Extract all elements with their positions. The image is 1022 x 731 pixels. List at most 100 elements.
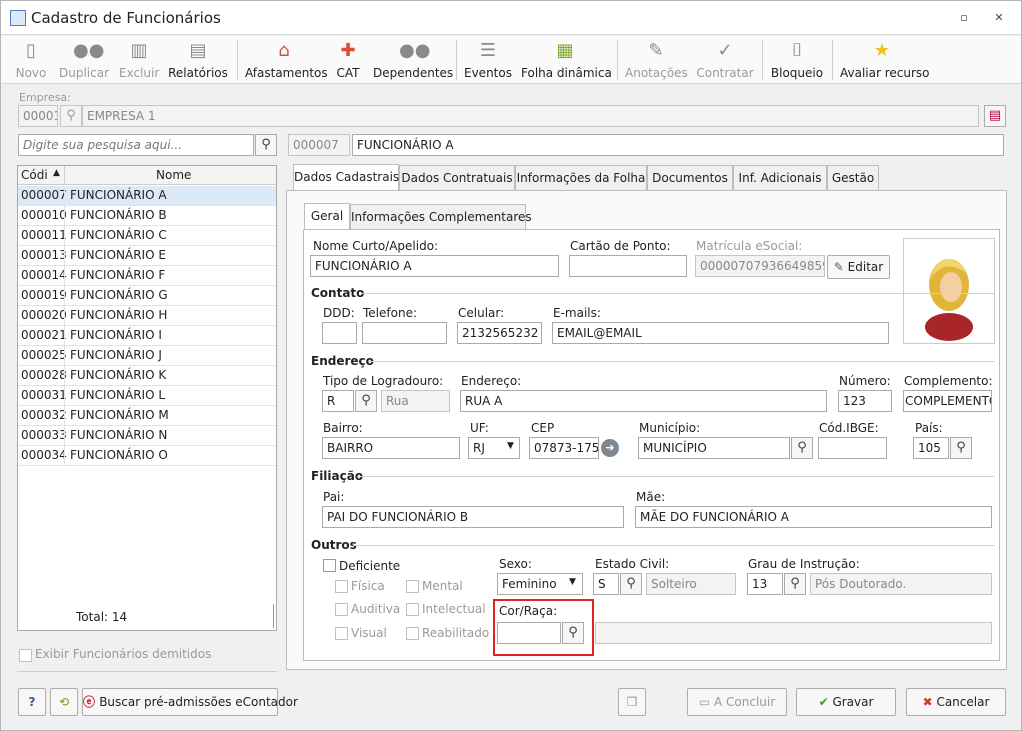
help-button[interactable]: ? (18, 688, 46, 716)
city-field[interactable]: MUNICÍPIO (638, 437, 790, 459)
email-field[interactable]: EMAIL@EMAIL (552, 322, 889, 344)
father-field[interactable]: PAI DO FUNCIONÁRIO B (322, 506, 624, 528)
complement-field[interactable]: COMPLEMENTO (903, 390, 992, 412)
table-row[interactable]: 000034 FUNCIONÁRIO O (18, 446, 276, 466)
mother-label: Mãe: (636, 490, 666, 504)
neighborhood-field[interactable]: BAIRRO (322, 437, 460, 459)
marital-code-field[interactable]: S (593, 573, 619, 595)
avatar[interactable] (903, 238, 995, 344)
mobile-field[interactable]: 2132565232 (457, 322, 542, 344)
table-row[interactable]: 000025 FUNCIONÁRIO J (18, 346, 276, 366)
table-row[interactable]: 000020 FUNCIONÁRIO H (18, 306, 276, 326)
city-search-icon[interactable]: ⚲ (791, 437, 813, 459)
column-code[interactable]: Códi (21, 168, 48, 182)
delete-button[interactable]: ▥ Excluir (119, 38, 159, 82)
to-complete-button[interactable]: ▭ A Concluir (687, 688, 787, 716)
company-search-icon[interactable]: ⚲ (60, 105, 82, 127)
marital-search-icon[interactable]: ⚲ (620, 573, 642, 595)
country-search-icon[interactable]: ⚲ (950, 437, 972, 459)
rate-feature-button[interactable]: ★ Avaliar recurso (840, 38, 930, 82)
edit-button[interactable]: ✎ Editar (827, 255, 890, 279)
disabled-checkbox[interactable] (323, 559, 336, 572)
sort-asc-icon: ▲ (53, 168, 60, 178)
close-icon[interactable]: ✕ (991, 11, 1007, 24)
notes-button[interactable]: ✎ Anotações (625, 38, 688, 82)
refresh-button[interactable]: ⟲ (50, 688, 78, 716)
mental-checkbox[interactable] (406, 580, 419, 593)
tab-geral[interactable]: Geral (304, 203, 350, 230)
chevron-down-icon[interactable]: ▼ (569, 577, 576, 587)
zip-lookup-icon[interactable]: ➜ (601, 439, 619, 457)
tab-dados-cadastrais[interactable]: Dados Cadastrais (293, 164, 399, 191)
table-row[interactable]: 000032 FUNCIONÁRIO M (18, 406, 276, 426)
restore-icon[interactable]: ▫ (956, 11, 972, 24)
table-row[interactable]: 000011 FUNCIONÁRIO C (18, 226, 276, 246)
visual-checkbox[interactable] (335, 627, 348, 640)
company-label: Empresa: (19, 91, 71, 104)
grid-total: Total: 14 (76, 610, 128, 624)
street-type-code-field[interactable]: R (322, 390, 354, 412)
save-button[interactable]: ✔ Gravar (796, 688, 896, 716)
intellectual-checkbox[interactable] (406, 603, 419, 616)
nickname-field[interactable]: FUNCIONÁRIO A (310, 255, 559, 277)
ddd-field[interactable] (322, 322, 357, 344)
tab-gestao[interactable]: Gestão (827, 165, 879, 191)
employee-name-field[interactable]: FUNCIONÁRIO A (352, 134, 1004, 156)
country-field[interactable]: 105 (913, 437, 949, 459)
table-row[interactable]: 000010 FUNCIONÁRIO B (18, 206, 276, 226)
new-button[interactable]: ▯ Novo (11, 38, 51, 82)
street-type-search-icon[interactable]: ⚲ (355, 390, 377, 412)
table-row[interactable]: 000031 FUNCIONÁRIO L (18, 386, 276, 406)
column-name[interactable]: Nome (156, 168, 191, 182)
rehabilitated-checkbox[interactable] (406, 627, 419, 640)
zip-field[interactable]: 07873-175 (529, 437, 599, 459)
cell-code: 000011 (21, 228, 67, 242)
education-code-field[interactable]: 13 (747, 573, 783, 595)
events-button[interactable]: ☰ Eventos (464, 38, 512, 82)
show-dismissed-checkbox[interactable] (19, 649, 32, 662)
tab-informacoes-folha[interactable]: Informações da Folha (515, 165, 647, 191)
dynamic-payroll-button[interactable]: ▦ Folha dinâmica (521, 38, 612, 82)
hire-button[interactable]: ✓ Contratar (695, 38, 755, 82)
dependents-button[interactable]: ●● Dependentes (373, 38, 453, 82)
mother-field[interactable]: MÃE DO FUNCIONÁRIO A (635, 506, 992, 528)
number-field[interactable]: 123 (838, 390, 892, 412)
table-row[interactable]: 000033 FUNCIONÁRIO N (18, 426, 276, 446)
hearing-checkbox[interactable] (335, 603, 348, 616)
cell-code: 000013 (21, 248, 67, 262)
table-row[interactable]: 000007 FUNCIONÁRIO A (18, 186, 276, 206)
table-row[interactable]: 000021 FUNCIONÁRIO I (18, 326, 276, 346)
block-button[interactable]: ⌷ Bloqueio (770, 38, 824, 82)
tab-informacoes-complementares[interactable]: Informações Complementares (350, 204, 532, 230)
duplicate-button[interactable]: ●● Duplicar (59, 38, 109, 82)
table-row[interactable]: 000028 FUNCIONÁRIO K (18, 366, 276, 386)
attach-button[interactable]: ❐ (618, 688, 646, 716)
physical-checkbox[interactable] (335, 580, 348, 593)
table-row[interactable]: 000019 FUNCIONÁRIO G (18, 286, 276, 306)
leaves-button[interactable]: ⌂ Afastamentos (245, 38, 328, 82)
tab-dados-contratuais[interactable]: Dados Contratuais (399, 165, 515, 191)
education-search-icon[interactable]: ⚲ (784, 573, 806, 595)
country-label: País: (915, 421, 943, 435)
toolbar-separator (762, 40, 763, 80)
cell-code: 000019 (21, 288, 67, 302)
cat-button[interactable]: ✚ CAT (331, 38, 365, 82)
search-icon[interactable]: ⚲ (255, 134, 277, 156)
timecard-field[interactable] (569, 255, 687, 277)
search-input[interactable]: Digite sua pesquisa aqui... (18, 134, 254, 156)
tab-inf-adicionais[interactable]: Inf. Adicionais (733, 165, 827, 191)
cell-name: FUNCIONÁRIO B (70, 208, 167, 222)
address-field[interactable]: RUA A (460, 390, 827, 412)
ibge-field[interactable] (818, 437, 887, 459)
cell-code: 000021 (21, 328, 67, 342)
phone-field[interactable] (362, 322, 447, 344)
table-row[interactable]: 000014 FUNCIONÁRIO F (18, 266, 276, 286)
tab-documentos[interactable]: Documentos (647, 165, 733, 191)
calendar-icon[interactable]: ▤ (984, 105, 1006, 127)
cancel-button[interactable]: ✖ Cancelar (906, 688, 1006, 716)
table-row[interactable]: 000013 FUNCIONÁRIO E (18, 246, 276, 266)
chevron-down-icon[interactable]: ▼ (507, 441, 514, 451)
company-code-field[interactable]: 00001 (18, 105, 58, 127)
reports-button[interactable]: ▤ Relatórios (167, 38, 229, 82)
fetch-preadmission-button[interactable]: ⓔ Buscar pré-admissões eContador (82, 688, 298, 716)
